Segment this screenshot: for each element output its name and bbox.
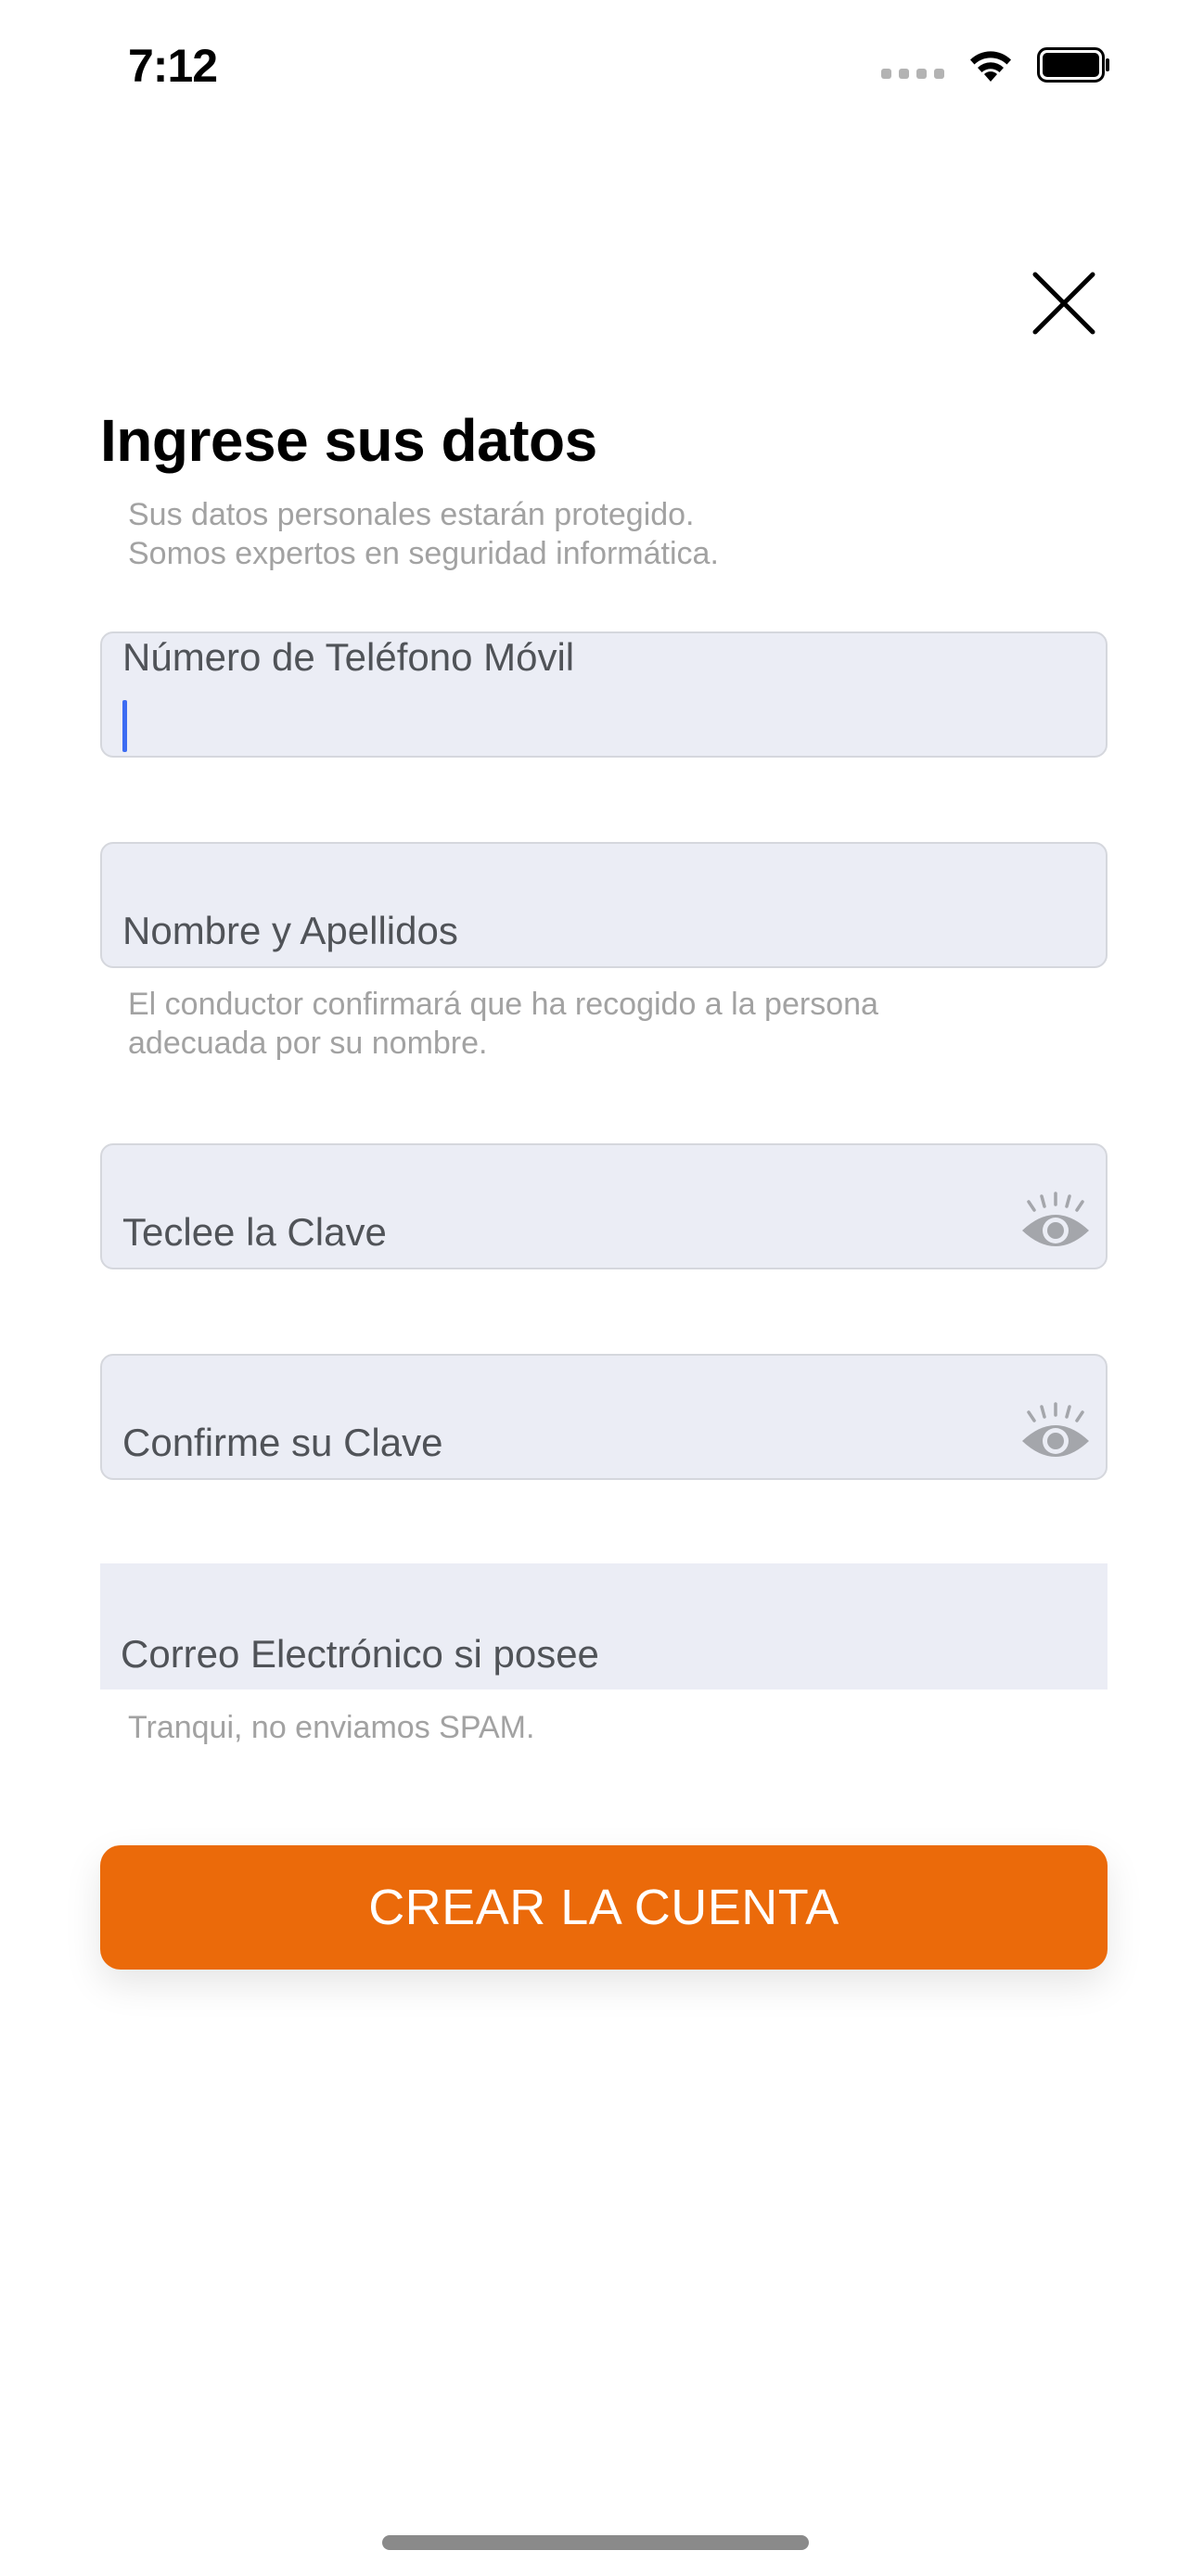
text-caret [122,700,127,752]
status-time: 7:12 [128,40,218,92]
page-title: Ingrese sus datos [100,407,597,474]
cellular-signal-icon [881,51,944,79]
phone-input-label: Número de Teléfono Móvil [122,635,575,679]
name-input[interactable]: Nombre y Apellidos [100,842,1108,968]
password-input[interactable]: Teclee la Clave [100,1143,1108,1269]
email-hint: Tranqui, no enviamos SPAM. [128,1710,535,1745]
close-icon [1032,272,1095,335]
status-indicators [881,46,1111,83]
register-screen: 7:12 Ingrese sus datos Sus datos persona… [0,0,1191,2576]
email-input[interactable]: Correo Electrónico si posee [100,1563,1108,1690]
email-input-label: Correo Electrónico si posee [121,1632,599,1676]
password-input-label: Teclee la Clave [122,1210,387,1254]
page-subtitle: Sus datos personales estarán protegido. … [128,497,719,571]
battery-icon [1037,47,1111,83]
wifi-icon [967,46,1015,83]
home-indicator[interactable] [382,2535,809,2550]
eye-icon [1022,1402,1089,1457]
name-input-label: Nombre y Apellidos [122,909,458,952]
confirm-password-input-label: Confirme su Clave [122,1421,443,1464]
name-hint: El conductor confirmará que ha recogido … [128,987,878,1061]
create-account-button[interactable]: CREAR LA CUENTA [100,1845,1108,1970]
close-button[interactable] [1030,269,1098,338]
confirm-password-visibility-toggle[interactable] [1018,1402,1093,1463]
confirm-password-input[interactable]: Confirme su Clave [100,1354,1108,1480]
password-visibility-toggle[interactable] [1018,1192,1093,1253]
eye-icon [1022,1192,1089,1246]
phone-input[interactable]: Número de Teléfono Móvil [100,631,1108,758]
